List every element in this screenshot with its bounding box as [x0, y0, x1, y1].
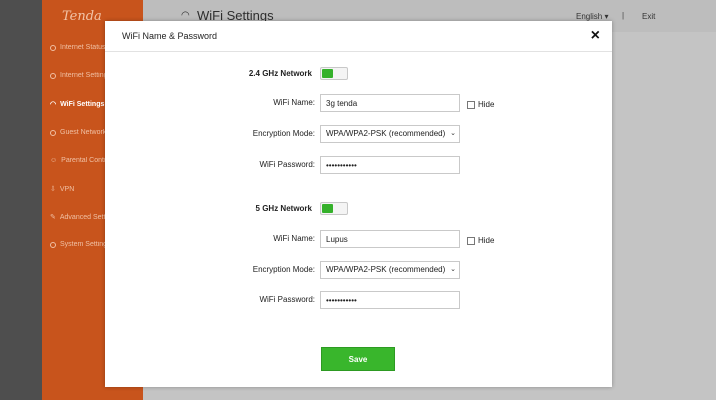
wifi-name-password-dialog: WiFi Name & Password × 2.4 GHz Network W… — [105, 21, 612, 387]
wifi-name-5-input[interactable] — [320, 230, 460, 248]
hide-5-label: Hide — [478, 236, 495, 245]
wifi-icon: ◠ — [50, 101, 57, 108]
dialog-header: WiFi Name & Password × — [105, 21, 612, 52]
globe-icon — [50, 72, 56, 79]
hide-5-checkbox[interactable]: Hide — [467, 236, 494, 245]
header-separator: | — [622, 11, 625, 20]
sidebar-item-label: System Settings — [60, 241, 111, 248]
globe-icon — [50, 44, 56, 51]
sidebar-item-label: Internet Status — [60, 44, 106, 51]
encryption-24-label: Encryption Mode: — [252, 129, 315, 138]
guest-icon — [50, 129, 56, 136]
chevron-down-icon: ⌄ — [448, 129, 456, 137]
network-24ghz-label: 2.4 GHz Network — [248, 69, 312, 78]
encryption-5-value: WPA/WPA2-PSK (recommended) — [326, 265, 446, 274]
sidebar-item-label: Guest Network — [60, 129, 107, 136]
parental-icon: ☺ — [50, 157, 58, 164]
tenda-logo: Tenda — [62, 9, 102, 24]
exit-link[interactable]: Exit — [642, 12, 655, 21]
encryption-24-value: WPA/WPA2-PSK (recommended) — [326, 129, 446, 138]
sidebar-item-label: WiFi Settings — [60, 100, 105, 108]
password-5-input[interactable] — [320, 291, 460, 309]
network-24ghz-toggle[interactable] — [320, 67, 348, 80]
wifi-name-24-input[interactable] — [320, 94, 460, 112]
hide-24-label: Hide — [478, 100, 495, 109]
sidebar-item-label: Internet Settings — [60, 72, 111, 79]
encryption-5-label: Encryption Mode: — [252, 265, 315, 274]
left-strip — [0, 0, 42, 400]
vpn-icon: ⇩ — [50, 186, 56, 193]
encryption-24-select[interactable]: WPA/WPA2-PSK (recommended) ⌄ — [320, 125, 460, 143]
toggle-knob — [322, 204, 333, 213]
toggle-knob — [322, 69, 333, 78]
gear-icon — [50, 241, 56, 248]
password-24-input[interactable] — [320, 156, 460, 174]
password-24-label: WiFi Password: — [259, 160, 315, 169]
checkbox-box[interactable] — [467, 100, 475, 109]
save-button[interactable]: Save — [321, 347, 395, 371]
network-5ghz-label: 5 GHz Network — [255, 204, 312, 213]
wifi-name-24-label: WiFi Name: — [273, 98, 315, 107]
sidebar-item-label: VPN — [59, 185, 75, 193]
tools-icon: ✎ — [50, 214, 56, 221]
hide-24-checkbox[interactable]: Hide — [467, 100, 494, 109]
wifi-name-5-label: WiFi Name: — [273, 234, 315, 243]
language-selector[interactable]: English ▾ — [576, 12, 609, 21]
dialog-title: WiFi Name & Password — [122, 31, 218, 41]
close-icon[interactable]: × — [591, 26, 600, 46]
network-5ghz-toggle[interactable] — [320, 202, 348, 215]
password-5-label: WiFi Password: — [259, 295, 315, 304]
encryption-5-select[interactable]: WPA/WPA2-PSK (recommended) ⌄ — [320, 261, 460, 279]
chevron-down-icon: ⌄ — [448, 265, 456, 273]
wifi-icon: ◠ — [181, 10, 190, 21]
checkbox-box[interactable] — [467, 236, 475, 245]
